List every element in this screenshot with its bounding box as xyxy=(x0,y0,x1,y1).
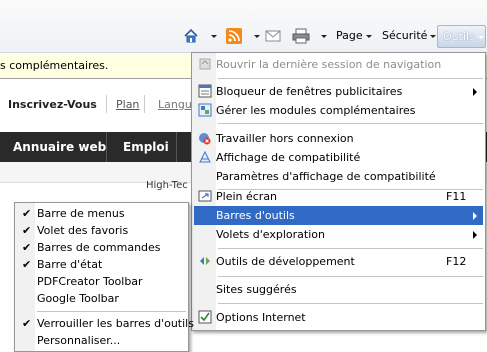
submenu-arrow-icon xyxy=(473,231,477,239)
menu-item-customize[interactable]: Personnaliser... xyxy=(17,331,186,350)
signin-link[interactable]: Inscrivez-Vous xyxy=(8,98,97,111)
menu-item-label: Personnaliser... xyxy=(37,334,121,347)
home-button[interactable] xyxy=(183,28,217,46)
menu-item-label: Plein écran xyxy=(216,190,278,203)
menu-item-label: Google Toolbar xyxy=(37,292,119,305)
print-button[interactable] xyxy=(292,28,332,46)
menu-item-internet-options[interactable]: Options Internet xyxy=(194,308,483,327)
menu-item-label: Paramètres d'affichage de compatibilité xyxy=(216,170,436,183)
divider xyxy=(106,132,107,162)
menu-item-label: Barres d'outils xyxy=(216,209,295,222)
menu-item-google-toolbar[interactable]: Google Toolbar xyxy=(17,289,186,308)
security-menu-button[interactable]: Sécurité xyxy=(382,26,437,46)
menu-item-label: Travailler hors connexion xyxy=(216,132,354,145)
menu-item-label: Sites suggérés xyxy=(216,283,297,296)
menu-separator xyxy=(218,276,483,277)
chevron-down-icon xyxy=(321,35,327,38)
popup-blocker-icon xyxy=(198,84,212,98)
nav-item-emploi[interactable]: Emploi xyxy=(123,140,169,154)
menu-item-label: Volets d'exploration xyxy=(216,228,325,241)
plan-link[interactable]: Plan xyxy=(116,98,139,111)
information-bar-text: s complémentaires. xyxy=(0,59,109,72)
divider xyxy=(144,95,145,113)
menu-item-label: Gérer les modules complémentaires xyxy=(216,104,416,117)
fullscreen-icon xyxy=(198,190,212,202)
menu-item-reopen-session: Rouvrir la dernière session de navigatio… xyxy=(194,55,483,74)
page-menu-label: Page xyxy=(336,29,363,42)
mail-button[interactable] xyxy=(265,29,285,45)
tools-menu-button[interactable]: Outils xyxy=(437,25,486,48)
developer-tools-icon xyxy=(200,257,210,265)
menu-item-work-offline[interactable]: Travailler hors connexion xyxy=(194,129,483,148)
submenu-arrow-icon xyxy=(473,212,477,220)
reopen-session-icon xyxy=(199,58,211,70)
chevron-down-icon xyxy=(477,35,484,39)
menu-item-compatibility-settings[interactable]: Paramètres d'affichage de compatibilité xyxy=(194,167,483,186)
home-icon xyxy=(184,28,198,43)
tools-menu: Rouvrir la dernière session de navigatio… xyxy=(191,52,486,331)
chevron-down-icon xyxy=(430,34,437,38)
divider xyxy=(106,95,107,113)
page-menu-button[interactable]: Page xyxy=(336,26,372,46)
menu-item-label: Rouvrir la dernière session de navigatio… xyxy=(216,58,442,71)
divider xyxy=(176,132,177,162)
tools-menu-label: Outils xyxy=(443,30,475,43)
menu-separator xyxy=(218,303,483,304)
chevron-down-icon xyxy=(254,35,260,38)
nav-item-annuaire[interactable]: Annuaire web xyxy=(13,140,106,154)
menu-item-label: Options Internet xyxy=(216,311,306,324)
internet-options-icon xyxy=(198,310,212,324)
chevron-down-icon xyxy=(365,34,372,38)
submenu-arrow-icon xyxy=(473,88,477,96)
addons-icon xyxy=(198,103,212,117)
security-menu-label: Sécurité xyxy=(382,29,428,42)
menu-separator xyxy=(37,311,186,312)
rss-icon xyxy=(226,28,242,44)
chevron-down-icon xyxy=(211,35,217,38)
menu-separator xyxy=(218,78,483,79)
work-offline-icon xyxy=(199,133,211,145)
menu-separator xyxy=(218,123,483,124)
toolbars-submenu: ✔ Barre de menus ✔ Volet des favoris ✔ B… xyxy=(14,202,194,352)
compatibility-view-icon xyxy=(199,150,211,163)
menu-item-label: Affichage de compatibilité xyxy=(216,151,361,164)
menu-item-compatibility-view[interactable]: Affichage de compatibilité xyxy=(194,148,483,167)
menu-item-label: Bloqueur de fenêtres publicitaires xyxy=(216,85,403,98)
menu-item-toolbars[interactable]: Barres d'outils xyxy=(194,206,483,225)
menu-item-shortcut: F11 xyxy=(446,190,467,203)
command-bar: Page Sécurité Outils xyxy=(0,0,487,52)
menu-separator xyxy=(218,248,483,249)
hitech-link[interactable]: High-Tec xyxy=(146,180,188,191)
menu-item-fullscreen[interactable]: Plein écran F11 xyxy=(194,187,483,206)
menu-item-manage-addons[interactable]: Gérer les modules complémentaires xyxy=(194,101,483,120)
menu-item-shortcut: F12 xyxy=(446,255,467,268)
menu-item-explorer-bars[interactable]: Volets d'exploration xyxy=(194,225,483,244)
printer-icon xyxy=(292,28,310,44)
menu-item-label: Outils de développement xyxy=(216,255,355,268)
mail-icon xyxy=(265,30,281,42)
feeds-button[interactable] xyxy=(226,28,260,46)
menu-item-popup-blocker[interactable]: Bloqueur de fenêtres publicitaires xyxy=(194,82,483,101)
menu-item-developer-tools[interactable]: Outils de développement F12 xyxy=(194,252,483,271)
menu-item-suggested-sites[interactable]: Sites suggérés xyxy=(194,280,483,299)
